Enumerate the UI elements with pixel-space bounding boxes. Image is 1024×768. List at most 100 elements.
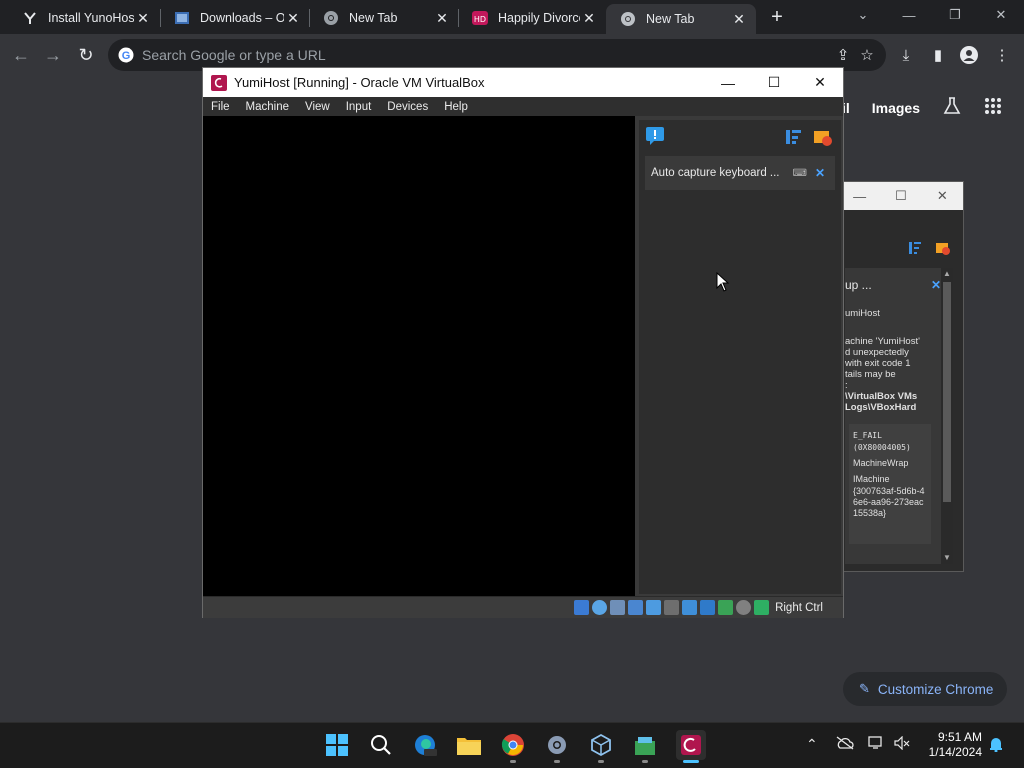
- clear-notifications-icon[interactable]: [813, 127, 833, 147]
- system-clock[interactable]: 9:51 AM 1/14/2024: [918, 730, 982, 760]
- error-text-line: d unexpectedly: [845, 347, 909, 358]
- keyboard-capture-icon[interactable]: [754, 600, 770, 615]
- keyboard-mouse-icon: ⌨: [792, 167, 807, 179]
- maximize-icon[interactable]: ☐: [751, 68, 797, 97]
- new-tab-button[interactable]: +: [766, 6, 788, 28]
- optical-drive-icon[interactable]: [592, 600, 608, 615]
- close-icon[interactable]: ✕: [922, 188, 963, 204]
- forward-icon[interactable]: →: [42, 44, 64, 66]
- chrome-icon: [501, 734, 524, 756]
- reload-icon[interactable]: ↻: [75, 44, 97, 66]
- vm-window-title: YumiHost [Running] - Oracle VM VirtualBo…: [234, 75, 485, 90]
- settings-button[interactable]: [544, 732, 570, 758]
- clock-date: 1/14/2024: [928, 745, 982, 759]
- virtualbox-button[interactable]: [588, 732, 614, 758]
- back-icon[interactable]: ←: [10, 44, 32, 66]
- start-button[interactable]: [324, 732, 350, 758]
- tab-search-icon[interactable]: ⌄: [840, 0, 886, 30]
- scrollbar-thumb[interactable]: [943, 282, 951, 502]
- error-notification-card: up ... ✕ umiHost achine 'YumiHost' d une…: [845, 268, 947, 564]
- tab-downloads[interactable]: Downloads – Or ✕: [160, 4, 310, 32]
- recording-icon[interactable]: [700, 600, 716, 615]
- running-indicator: [510, 760, 516, 763]
- pencil-icon: ✎: [859, 681, 870, 696]
- virtualbox-vm-window[interactable]: YumiHost [Running] - Oracle VM VirtualBo…: [202, 67, 844, 618]
- menu-icon[interactable]: ⋮: [991, 44, 1013, 66]
- search-button[interactable]: [368, 732, 394, 758]
- audio-icon[interactable]: [610, 600, 626, 615]
- auto-capture-notification[interactable]: Auto capture keyboard ... ⌨ ✕: [645, 156, 835, 190]
- display-icon[interactable]: [682, 600, 698, 615]
- tab-title: Install YunoHost: [48, 11, 134, 25]
- error-text-line: achine 'YumiHost': [845, 336, 920, 347]
- close-tab-icon[interactable]: ✕: [284, 9, 302, 27]
- scroll-down-icon[interactable]: ▼: [941, 552, 953, 564]
- minimize-icon[interactable]: —: [839, 189, 880, 204]
- error-text-line: with exit code 1: [845, 358, 911, 369]
- tab-strip: Install YunoHost ✕ Downloads – Or ✕ New …: [0, 0, 1024, 34]
- menu-help[interactable]: Help: [436, 101, 476, 113]
- vm-display[interactable]: [203, 116, 635, 596]
- vm-window-titlebar: YumiHost [Running] - Oracle VM VirtualBo…: [203, 68, 843, 97]
- menu-devices[interactable]: Devices: [379, 101, 436, 113]
- customize-chrome-button[interactable]: ✎ Customize Chrome: [843, 672, 1007, 706]
- chrome-button[interactable]: [500, 732, 526, 758]
- profile-icon[interactable]: [958, 44, 980, 66]
- volume-muted-icon[interactable]: [894, 735, 910, 753]
- sort-icon[interactable]: [783, 127, 803, 147]
- restore-icon[interactable]: ❐: [932, 0, 978, 30]
- maximize-icon[interactable]: ☐: [880, 188, 921, 204]
- host-key-label: Right Ctrl: [775, 601, 823, 614]
- error-path-line: \VirtualBox VMs: [845, 391, 918, 402]
- notification-center-icon[interactable]: [645, 126, 665, 146]
- share-icon[interactable]: ⇪: [834, 46, 852, 64]
- bookmark-star-icon[interactable]: ☆: [858, 46, 876, 64]
- cpu-icon[interactable]: [718, 600, 734, 615]
- menu-input[interactable]: Input: [338, 101, 380, 113]
- notification-text: Auto capture keyboard ...: [651, 167, 780, 179]
- windows-icon: [326, 734, 348, 756]
- menu-machine[interactable]: Machine: [238, 101, 297, 113]
- tab-new-tab-active[interactable]: New Tab ✕: [606, 4, 756, 34]
- tab-happily-divorced[interactable]: HD Happily Divorce ✕: [458, 4, 606, 32]
- mouse-integration-icon[interactable]: [736, 600, 752, 615]
- close-tab-icon[interactable]: ✕: [730, 10, 748, 28]
- shared-folders-icon[interactable]: [664, 600, 680, 615]
- tab-new-tab-1[interactable]: New Tab ✕: [309, 4, 459, 32]
- close-icon[interactable]: ✕: [931, 278, 941, 292]
- close-icon[interactable]: ✕: [978, 0, 1024, 30]
- minimize-icon[interactable]: —: [705, 68, 751, 97]
- side-panel-icon[interactable]: ▮: [927, 44, 949, 66]
- network-icon[interactable]: [868, 736, 884, 753]
- sort-icon[interactable]: [907, 240, 923, 256]
- labs-icon[interactable]: [942, 96, 962, 119]
- menu-file[interactable]: File: [203, 101, 238, 113]
- yumihost-vm-button[interactable]: [676, 730, 706, 760]
- apps-grid-icon[interactable]: [984, 97, 1002, 118]
- file-explorer-button[interactable]: [456, 732, 482, 758]
- notification-bell-icon[interactable]: [988, 736, 1004, 755]
- network-icon[interactable]: [628, 600, 644, 615]
- close-icon[interactable]: ✕: [797, 68, 843, 97]
- vertical-scrollbar[interactable]: ▲ ▼: [941, 268, 953, 564]
- scroll-up-icon[interactable]: ▲: [941, 268, 953, 280]
- menu-view[interactable]: View: [297, 101, 338, 113]
- onedrive-icon[interactable]: [836, 736, 854, 753]
- vbox-manager-button[interactable]: [632, 732, 658, 758]
- close-tab-icon[interactable]: ✕: [134, 9, 152, 27]
- close-tab-icon[interactable]: ✕: [580, 9, 598, 27]
- tab-install-yunohost[interactable]: Install YunoHost ✕: [8, 4, 160, 32]
- minimize-icon[interactable]: —: [886, 0, 932, 30]
- background-virtualbox-window[interactable]: — ☐ ✕ up ... ✕ umiHost achine 'YumiHost'…: [838, 181, 964, 572]
- hd-icon: HD: [472, 10, 488, 26]
- close-tab-icon[interactable]: ✕: [433, 9, 451, 27]
- download-icon[interactable]: ⤓: [895, 44, 917, 66]
- hard-disk-icon[interactable]: [574, 600, 590, 615]
- close-icon[interactable]: ✕: [815, 166, 825, 180]
- edge-beta-button[interactable]: [412, 732, 438, 758]
- usb-icon[interactable]: [646, 600, 662, 615]
- images-link[interactable]: Images: [872, 100, 920, 116]
- clear-notifications-icon[interactable]: [935, 240, 951, 256]
- tab-title: New Tab: [349, 11, 398, 25]
- show-hidden-icons[interactable]: ⌃: [806, 736, 818, 753]
